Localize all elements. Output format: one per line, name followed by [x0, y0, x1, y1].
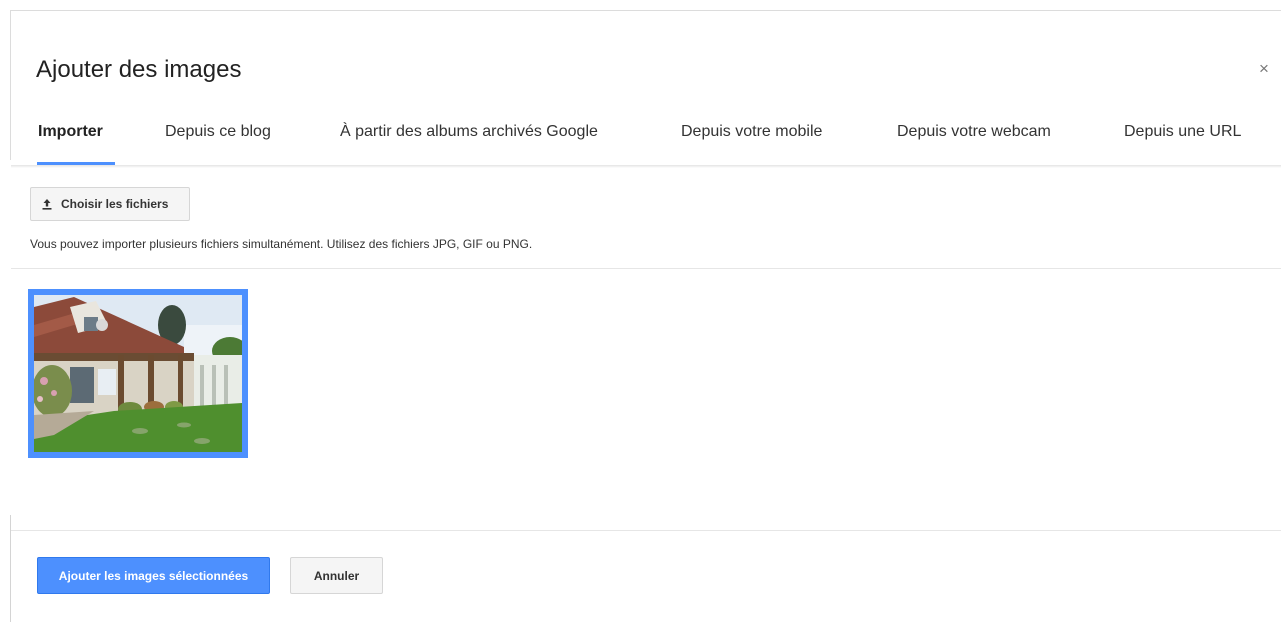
cancel-button[interactable]: Annuler	[290, 557, 383, 594]
tab-depuis-ce-blog[interactable]: Depuis ce blog	[165, 123, 271, 141]
dialog-top-border	[10, 10, 1281, 11]
upload-hint: Vous pouvez importer plusieurs fichiers …	[30, 237, 533, 251]
choose-files-button[interactable]: Choisir les fichiers	[30, 187, 190, 221]
choose-files-label: Choisir les fichiers	[61, 197, 169, 211]
tab-depuis-une-url[interactable]: Depuis une URL	[1124, 123, 1241, 141]
house-photo	[34, 295, 242, 452]
add-selected-images-button[interactable]: Ajouter les images sélectionnées	[37, 557, 270, 594]
tab-albums-archives-google[interactable]: À partir des albums archivés Google	[340, 123, 598, 141]
close-icon[interactable]: ×	[1259, 60, 1269, 77]
dialog-left-border-lower	[10, 515, 11, 622]
tab-bar-shadow	[11, 165, 1281, 168]
upload-divider	[11, 268, 1281, 269]
tab-depuis-votre-mobile[interactable]: Depuis votre mobile	[681, 123, 822, 141]
footer-divider	[11, 530, 1281, 531]
tab-depuis-votre-webcam[interactable]: Depuis votre webcam	[897, 123, 1051, 141]
image-thumbnail-selected[interactable]	[28, 289, 248, 458]
tab-bar: Importer Depuis ce blog À partir des alb…	[0, 111, 1281, 165]
dialog-title: Ajouter des images	[36, 56, 242, 83]
upload-icon	[40, 197, 54, 211]
tab-importer[interactable]: Importer	[38, 123, 103, 141]
